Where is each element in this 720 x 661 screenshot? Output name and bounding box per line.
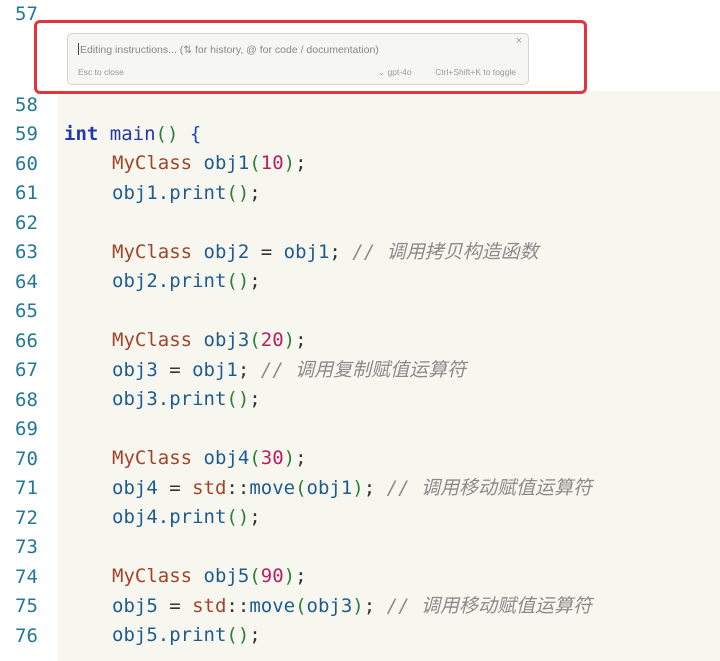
line-number: 65 [15,300,38,322]
highlight-annotation-box [34,20,587,94]
code-line[interactable]: 65 MyClass obj3(20); [0,297,720,351]
line-number: 74 [15,566,38,588]
line-number: 72 [15,507,38,529]
code-line[interactable]: 72 [0,504,720,533]
line-number: 64 [15,271,38,293]
code-line[interactable]: 64 [0,268,720,297]
code-line[interactable]: 70 obj4 = std::move(obj1); // 调用移动赋值运算符 [0,445,720,499]
line-number: 61 [15,182,38,204]
code-line[interactable]: 63 obj2.print(); [0,238,720,292]
line-number: 76 [15,625,38,647]
code-line[interactable]: 75 obj5.print(); [0,592,720,646]
code-line[interactable]: 71 obj4.print(); [0,474,720,528]
code-line[interactable]: 61 [0,179,720,208]
code-line[interactable]: 58 int main() { [0,91,720,145]
line-number: 75 [15,595,38,617]
code-line[interactable]: 66 obj3 = obj1; // 调用复制赋值运算符 [0,327,720,381]
line-number: 69 [15,418,38,440]
line-number: 66 [15,330,38,352]
code-line[interactable]: 69 MyClass obj4(30); [0,415,720,469]
line-number: 70 [15,448,38,470]
line-number: 58 [15,94,38,116]
code-line[interactable]: 60 obj1.print(); [0,150,720,204]
code-line[interactable]: 76 [0,622,720,651]
line-number: 63 [15,241,38,263]
line-number: 67 [15,359,38,381]
line-number: 71 [15,477,38,499]
line-number: 59 [15,123,38,145]
line-number: 68 [15,389,38,411]
code-line[interactable]: 62 MyClass obj2 = obj1; // 调用拷贝构造函数 [0,209,720,263]
code-line[interactable]: 67 obj3.print(); [0,356,720,410]
line-number: 60 [15,153,38,175]
line-number: 62 [15,212,38,234]
line-number: 73 [15,536,38,558]
code-line[interactable]: 73 MyClass obj5(90); [0,533,720,587]
code-line[interactable]: 59 MyClass obj1(10); [0,120,720,174]
code-line[interactable]: 74 obj5 = std::move(obj3); // 调用移动赋值运算符 [0,563,720,617]
code-line[interactable]: 68 [0,386,720,415]
